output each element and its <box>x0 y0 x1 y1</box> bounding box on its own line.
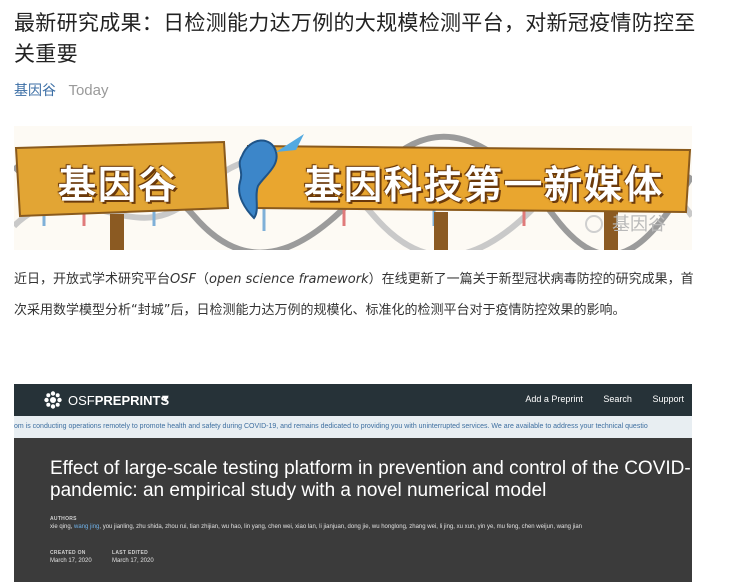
created-label: CREATED ON <box>50 550 86 556</box>
covid-notice-bar: om is conducting operations remotely to … <box>14 416 692 438</box>
authors-label: AUTHORS <box>50 516 77 522</box>
edited-label: LAST EDITED <box>112 550 149 556</box>
author-highlight[interactable]: wang jing <box>74 524 99 530</box>
author-first[interactable]: xie qing, <box>50 524 74 530</box>
osf-brand-bold: PREPRINTS <box>94 393 170 408</box>
nav-support[interactable]: Support <box>652 394 684 404</box>
source-link[interactable]: 基因谷 <box>14 83 56 99</box>
paper-title-line-2: pandemic: an empirical study with a nove… <box>50 480 547 501</box>
paragraph-osf: OSF <box>170 272 196 287</box>
banner-slogan-text: 基因科技第一新媒体 <box>304 163 665 207</box>
edited-value: March 17, 2020 <box>112 558 154 564</box>
banner-brand-text: 基因谷 <box>58 163 179 207</box>
paragraph-text-1: 近日，开放式学术研究平台 <box>14 272 171 287</box>
osf-nav-links: Add a Preprint Search Support <box>507 394 684 404</box>
osf-brand[interactable]: OSFPREPRINTS <box>68 393 169 408</box>
article-title: 最新研究成果：日检测能力达万例的大规模检测平台，对新冠疫情防控至关重要 <box>14 11 696 66</box>
paper-title-line-1: Effect of large-scale testing platform i… <box>50 458 692 479</box>
banner-watermark: 基因谷 <box>612 214 666 235</box>
header-banner-image: 基因谷 基因科技第一新媒体 基因谷 <box>14 126 692 250</box>
osf-navbar: OSFPREPRINTS ▼ Add a Preprint Search Sup… <box>14 384 692 416</box>
article-paragraph: 近日，开放式学术研究平台OSF（open science framework）在… <box>14 264 694 326</box>
caret-down-icon[interactable]: ▼ <box>160 393 171 405</box>
osf-brand-light: OSF <box>68 393 95 408</box>
paper-title: Effect of large-scale testing platform i… <box>50 458 692 502</box>
nav-search[interactable]: Search <box>603 394 632 404</box>
osf-logo-icon <box>44 391 62 409</box>
created-value: March 17, 2020 <box>50 558 92 564</box>
osf-screenshot-image: OSFPREPRINTS ▼ Add a Preprint Search Sup… <box>14 384 692 582</box>
nav-add-preprint[interactable]: Add a Preprint <box>525 394 583 404</box>
authors-list: xie qing, wang jing, you jianling, zhu s… <box>50 523 690 532</box>
authors-rest[interactable]: , you jianling, zhu shida, zhou rui, tia… <box>99 524 582 530</box>
paragraph-text-2: （ <box>195 272 209 287</box>
publish-date: Today <box>68 82 109 99</box>
paragraph-osf-full: open science framework <box>209 272 369 287</box>
article-meta: 基因谷 Today <box>14 80 108 100</box>
